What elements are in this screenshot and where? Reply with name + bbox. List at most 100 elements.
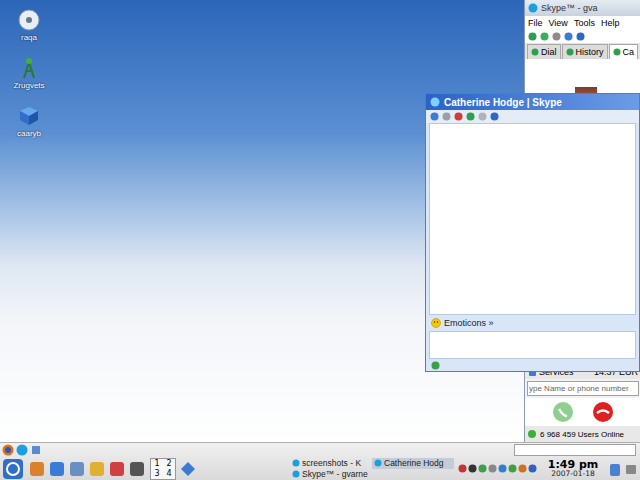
pager-desktop[interactable]: 2	[163, 459, 175, 469]
tool-icon[interactable]	[430, 112, 439, 121]
tray-icon[interactable]	[528, 464, 537, 473]
system-tray	[458, 464, 538, 473]
tab-icon	[566, 48, 574, 56]
clock-date: 2007-01-18	[551, 470, 595, 478]
window-title: Skype™ - gva	[541, 3, 598, 13]
desktop-icon[interactable]: raqa	[6, 8, 52, 42]
window-title: Catherine Hodge | Skype	[444, 97, 562, 108]
desktop-icon[interactable]: Zrugvets	[6, 56, 52, 90]
menu-item[interactable]: File	[528, 18, 543, 28]
desktop-icon[interactable]: caaryb	[6, 104, 52, 138]
launcher-icon[interactable]	[88, 460, 106, 478]
call-buttons	[525, 398, 640, 426]
firefox-icon[interactable]	[2, 444, 14, 456]
send-icon[interactable]	[431, 361, 440, 370]
quick-launch	[28, 460, 146, 478]
tray-icon[interactable]	[518, 464, 527, 473]
launcher-icon[interactable]	[68, 460, 86, 478]
launcher-icon[interactable]	[48, 460, 66, 478]
hang-up-icon[interactable]	[592, 401, 614, 423]
tool-icon[interactable]	[552, 32, 561, 41]
run-command-field[interactable]	[514, 444, 636, 456]
task-list: screenshots - KCatherine HodgSkype™ - gv…	[290, 458, 454, 480]
phone-number-field[interactable]	[527, 381, 639, 396]
pager-desktop[interactable]: 3	[151, 469, 163, 479]
skype-icon	[528, 3, 538, 13]
book-icon	[17, 104, 41, 128]
online-status-icon[interactable]	[527, 429, 537, 439]
users-online: 6 968 459 Users Online	[540, 430, 624, 439]
devices-icon[interactable]	[624, 461, 638, 477]
call-icon[interactable]	[552, 401, 574, 423]
tray-icon[interactable]	[458, 464, 467, 473]
status-bar: 6 968 459 Users Online	[525, 426, 640, 442]
tab[interactable]: Ca	[609, 44, 639, 59]
chat-bottom-bar	[426, 359, 639, 371]
antenna-icon	[17, 56, 41, 80]
tool-icon[interactable]	[466, 112, 475, 121]
task-button[interactable]: Catherine Hodg	[372, 458, 454, 469]
desktop-pager: 1234	[150, 458, 176, 480]
menu-bar: File View Tools Help	[525, 16, 640, 30]
desktop-icon-label: Zrugvets	[13, 81, 44, 90]
desktop-icons: raqa Zrugvets caaryb	[6, 8, 52, 138]
title-bar: Catherine Hodge | Skype	[426, 94, 639, 110]
tray-icon[interactable]	[498, 464, 507, 473]
launcher-icon[interactable]	[108, 460, 126, 478]
smiley-icon	[431, 318, 441, 328]
tab[interactable]: Dial	[527, 44, 561, 59]
window-list-icon[interactable]	[180, 461, 196, 477]
desktop-icon-label: raqa	[21, 33, 37, 42]
tool-icon[interactable]	[576, 32, 585, 41]
task-icon	[292, 459, 300, 467]
tool-icon[interactable]	[490, 112, 499, 121]
menu-item[interactable]: View	[549, 18, 568, 28]
app-icon[interactable]	[30, 444, 42, 456]
tool-icon[interactable]	[540, 32, 549, 41]
menu-item[interactable]: Help	[601, 18, 620, 28]
launcher-icon[interactable]	[128, 460, 146, 478]
tab-bar: DialHistoryCa	[525, 43, 640, 59]
tab-icon	[531, 48, 539, 56]
panel-right-icons	[608, 461, 638, 477]
chat-window[interactable]: Catherine Hodge | Skype Emoticons »	[425, 93, 640, 372]
menu-item[interactable]: Tools	[574, 18, 595, 28]
kde-menu-icon[interactable]	[2, 458, 24, 480]
desktop-screen: raqa Zrugvets caaryb Skype™ - gva File View To…	[0, 0, 640, 480]
task-button[interactable]: screenshots - K	[290, 458, 372, 469]
task-icon	[374, 459, 382, 467]
tab-icon	[613, 48, 621, 56]
tray-icon[interactable]	[478, 464, 487, 473]
taskbar-upper-row	[0, 443, 640, 457]
pager-desktop[interactable]: 4	[163, 469, 175, 479]
desktop: raqa Zrugvets caaryb Skype™ - gva File View To…	[0, 0, 640, 442]
emoticons-button[interactable]: Emoticons »	[444, 318, 494, 328]
disc-icon	[17, 8, 41, 32]
task-icon	[292, 470, 300, 478]
tray-icon[interactable]	[468, 464, 477, 473]
tool-icon[interactable]	[528, 32, 537, 41]
toolbar	[525, 30, 640, 43]
tool-icon[interactable]	[478, 112, 487, 121]
tool-icon[interactable]	[442, 112, 451, 121]
tool-icon[interactable]	[454, 112, 463, 121]
task-button[interactable]: Skype™ - gvarne	[290, 469, 372, 480]
clock[interactable]: 1:49 pm2007-01-18	[542, 459, 604, 478]
message-history	[429, 123, 636, 315]
emoticons-row[interactable]: Emoticons »	[426, 315, 639, 331]
tray-icon[interactable]	[508, 464, 517, 473]
tray-icon[interactable]	[488, 464, 497, 473]
message-input[interactable]	[429, 331, 636, 359]
clock-time: 1:49 pm	[548, 459, 599, 470]
tab[interactable]: History	[562, 44, 608, 59]
title-bar: Skype™ - gva	[525, 0, 640, 16]
tool-icon[interactable]	[564, 32, 573, 41]
pager-desktop[interactable]: 1	[151, 459, 163, 469]
taskbar: 1234 screenshots - KCatherine HodgSkype™ …	[0, 442, 640, 480]
chat-toolbar	[426, 110, 639, 123]
trash-icon[interactable]	[608, 461, 622, 477]
skype-icon	[430, 97, 440, 107]
desktop-icon-label: caaryb	[17, 129, 41, 138]
launcher-icon[interactable]	[28, 460, 46, 478]
skype-icon[interactable]	[16, 444, 28, 456]
